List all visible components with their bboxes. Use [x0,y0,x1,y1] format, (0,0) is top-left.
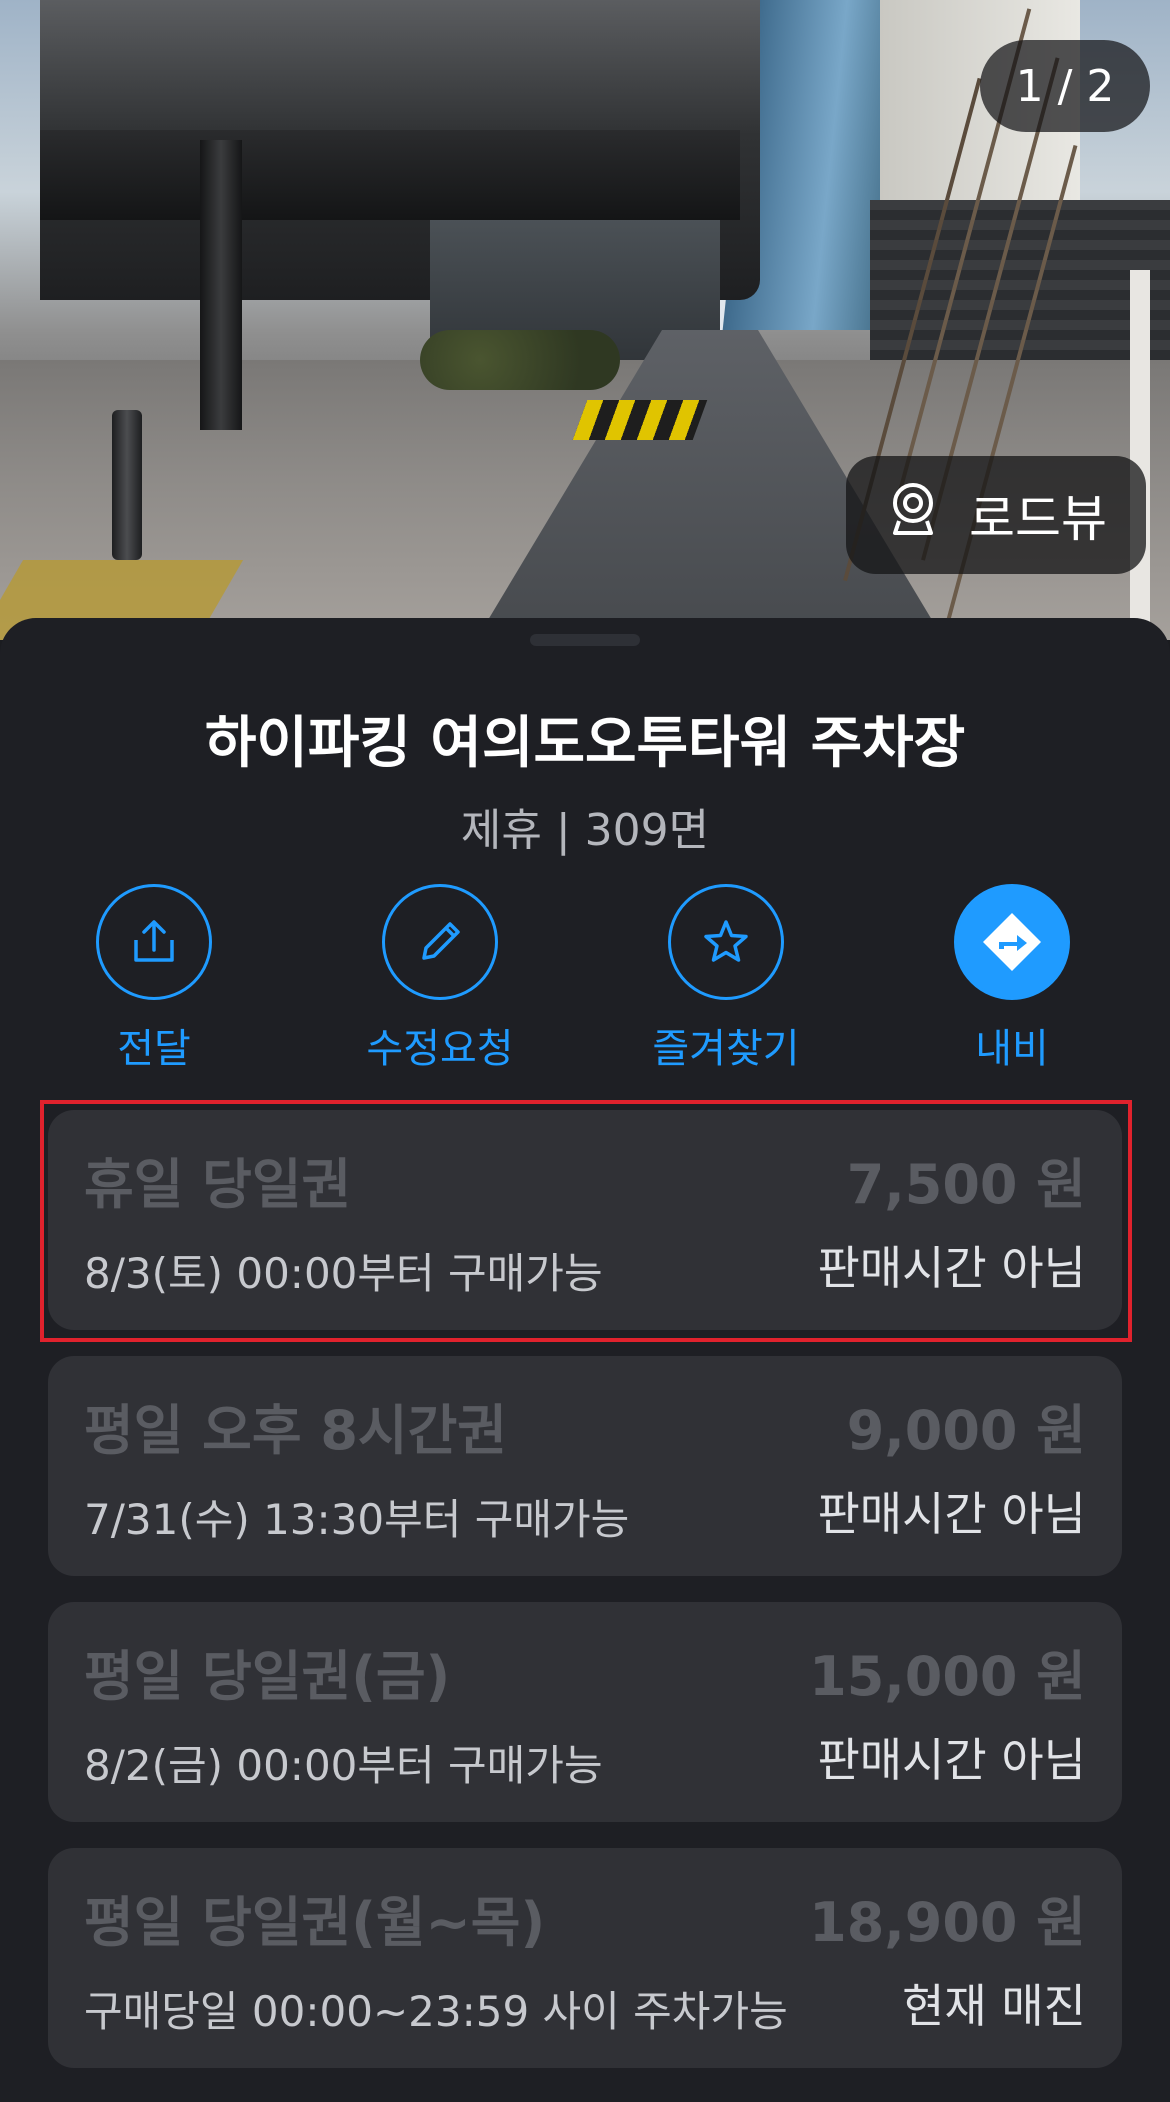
ticket-availability: 7/31(수) 13:30부터 구매가능 [84,1495,630,1544]
ticket-availability: 구매당일 00:00~23:59 사이 주차가능 [84,1987,788,2036]
share-button[interactable]: 전달 [34,884,274,1074]
navigation-button[interactable]: 내비 [892,884,1132,1074]
roadview-button[interactable]: 로드뷰 [846,456,1146,574]
ticket-availability: 8/2(금) 00:00부터 구매가능 [84,1741,603,1790]
ticket-card[interactable]: 휴일 당일권 7,500 원 8/3(토) 00:00부터 구매가능 판매시간 … [48,1110,1122,1330]
ticket-status: 판매시간 아님 [817,1241,1086,1295]
photo-pole [1130,270,1150,640]
ticket-name: 평일 당일권(월~목) [84,1891,546,1954]
photo-barrier [572,400,708,440]
sheet-drag-handle[interactable] [530,634,640,646]
share-icon [96,884,212,1000]
ticket-name: 휴일 당일권 [84,1153,352,1216]
photo-planter [420,330,620,390]
navigation-icon [954,884,1070,1000]
photo-counter: 1 / 2 [980,40,1150,132]
star-icon [668,884,784,1000]
lot-info: 제휴 | 309면 [460,805,710,856]
pencil-icon [382,884,498,1000]
favorite-button[interactable]: 즐겨찾기 [606,884,846,1074]
edit-request-label: 수정요청 [366,1026,514,1072]
roadview-camera-icon [885,479,941,551]
action-bar: 전달 수정요청 즐겨찾기 내비 [0,884,1170,1074]
ticket-status: 판매시간 아님 [817,1487,1086,1541]
share-label: 전달 [117,1026,191,1072]
ticket-price: 9,000 원 [846,1399,1086,1462]
parking-detail-sheet: 하이파킹 여의도오투타워 주차장 제휴 | 309면 전달 수정요청 즐겨찾기 … [0,618,1170,2102]
ticket-price: 15,000 원 [809,1645,1086,1708]
ticket-status: 현재 매진 [902,1979,1086,2033]
ticket-card[interactable]: 평일 오후 8시간권 9,000 원 7/31(수) 13:30부터 구매가능 … [48,1356,1122,1576]
parking-lot-photo[interactable]: 1 / 2 로드뷰 [0,0,1170,640]
ticket-name: 평일 당일권(금) [84,1645,451,1708]
ticket-price: 7,500 원 [846,1153,1086,1216]
ticket-availability: 8/3(토) 00:00부터 구매가능 [84,1249,603,1298]
lot-name: 하이파킹 여의도오투타워 주차장 [204,711,966,776]
photo-canopy [40,130,740,220]
ticket-card[interactable]: 평일 당일권(금) 15,000 원 8/2(금) 00:00부터 구매가능 판… [48,1602,1122,1822]
favorite-label: 즐겨찾기 [652,1026,800,1072]
photo-bollard [112,410,142,560]
navigation-label: 내비 [975,1026,1049,1072]
photo-pillar [200,140,242,430]
ticket-card[interactable]: 평일 당일권(월~목) 18,900 원 구매당일 00:00~23:59 사이… [48,1848,1122,2068]
roadview-label: 로드뷰 [969,490,1107,548]
ticket-name: 평일 오후 8시간권 [84,1399,507,1462]
edit-request-button[interactable]: 수정요청 [320,884,560,1074]
ticket-price: 18,900 원 [809,1891,1086,1954]
ticket-status: 판매시간 아님 [817,1733,1086,1787]
